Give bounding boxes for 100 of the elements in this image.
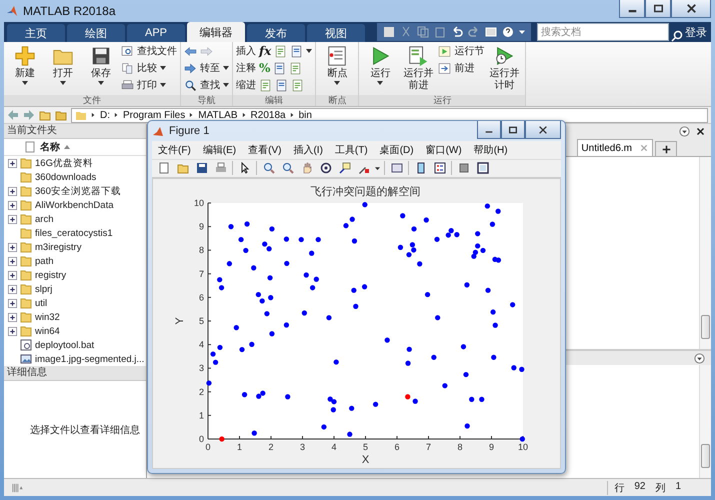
restore-button[interactable] bbox=[501, 121, 525, 139]
ribbon-button[interactable]: 注释 % bbox=[236, 61, 312, 75]
path-segment[interactable]: D: bbox=[100, 110, 110, 120]
folder-icon bbox=[20, 227, 32, 239]
back-arrow-icon bbox=[7, 109, 19, 121]
ribbon-button[interactable]: 新建 bbox=[7, 44, 43, 86]
group-label: 导航 bbox=[181, 95, 232, 106]
menu-item[interactable]: 文件(F) bbox=[158, 142, 191, 157]
minimize-button[interactable] bbox=[619, 0, 645, 18]
ribbon-button[interactable]: 运行节 bbox=[438, 44, 484, 58]
ribbon-button[interactable]: 查找 bbox=[184, 78, 229, 92]
panel-title: 当前文件夹 bbox=[4, 124, 146, 139]
close-button[interactable] bbox=[525, 121, 561, 139]
folder-icon bbox=[20, 297, 32, 309]
file-name[interactable]: files_ceratocystis1 bbox=[35, 228, 113, 238]
new-tab-button[interactable] bbox=[655, 141, 677, 156]
folder-icon bbox=[20, 171, 32, 183]
folder-icon bbox=[20, 283, 32, 295]
file-name[interactable]: 360downloads bbox=[35, 172, 96, 182]
file-name[interactable]: path bbox=[35, 256, 54, 266]
plus-icon bbox=[14, 45, 36, 67]
zoom-in-button[interactable] bbox=[261, 160, 276, 176]
menu-item[interactable]: 桌面(D) bbox=[380, 142, 414, 157]
menu-item[interactable]: 工具(T) bbox=[334, 142, 368, 157]
ribbon-tab[interactable]: 绘图 bbox=[67, 24, 125, 42]
ribbon-button[interactable]: 前进 bbox=[438, 61, 484, 75]
ribbon-button[interactable]: 打开 bbox=[45, 44, 81, 86]
data-cursor-button[interactable] bbox=[337, 160, 352, 176]
ribbon-button[interactable]: 转至 bbox=[184, 61, 229, 75]
expand-icon bbox=[8, 242, 17, 252]
file-name[interactable]: slprj bbox=[35, 284, 52, 294]
close-button[interactable] bbox=[671, 0, 711, 18]
ribbon-tab[interactable]: 视图 bbox=[307, 24, 365, 42]
path-segment[interactable]: MATLAB bbox=[198, 110, 238, 120]
path-segment[interactable]: Program Files bbox=[123, 110, 186, 120]
scrollbar[interactable] bbox=[699, 365, 711, 478]
legend-icon bbox=[434, 162, 446, 174]
tick-label: 2 bbox=[198, 386, 204, 397]
ribbon-button[interactable]: 保存 bbox=[83, 44, 119, 86]
chart-title: 飞行冲突问题的解空间 bbox=[310, 185, 420, 198]
sort-arrow-icon bbox=[64, 144, 70, 150]
restore-button[interactable] bbox=[645, 0, 671, 18]
column-header[interactable]: 名称 bbox=[40, 140, 60, 154]
file-name[interactable]: win32 bbox=[35, 312, 60, 322]
zoom-out-button[interactable] bbox=[280, 160, 295, 176]
tick-label: 7 bbox=[426, 442, 431, 452]
file-name[interactable]: util bbox=[35, 298, 48, 308]
ribbon-tab[interactable]: APP bbox=[127, 24, 185, 42]
file-name[interactable]: image1.jpg-segmented.j... bbox=[35, 354, 144, 364]
file-name[interactable]: 360安全浏览器下载 bbox=[35, 184, 121, 198]
ribbon-button[interactable]: 比较 bbox=[121, 61, 177, 75]
rotate-button[interactable] bbox=[318, 160, 333, 176]
printer-icon bbox=[214, 162, 226, 174]
path-segment[interactable]: bin bbox=[298, 110, 312, 120]
file-name[interactable]: arch bbox=[35, 214, 54, 224]
search-field[interactable]: 搜索文档 bbox=[537, 23, 669, 41]
caret-icon bbox=[519, 29, 525, 35]
ribbon-button[interactable]: 查找文件 bbox=[121, 44, 177, 58]
ribbon-tab[interactable]: 主页 bbox=[7, 24, 65, 42]
sign-in-button[interactable]: 登录 bbox=[685, 24, 707, 40]
chevron-icon bbox=[290, 112, 295, 118]
caret-icon bbox=[160, 83, 166, 87]
ribbon-button[interactable]: 运行并前进 bbox=[400, 44, 436, 92]
ribbon-button[interactable]: 断点 bbox=[319, 44, 356, 86]
ribbon-button[interactable]: 运行 bbox=[362, 44, 398, 86]
ribbon-tab[interactable]: 编辑器 bbox=[187, 22, 245, 42]
file-name[interactable]: m3iregistry bbox=[35, 242, 82, 252]
file-name[interactable]: deploytool.bat bbox=[35, 340, 94, 350]
folder-icon bbox=[20, 241, 32, 253]
document-icon bbox=[289, 62, 302, 74]
file-name[interactable]: AliWorkbenchData bbox=[35, 200, 114, 210]
editor-tab[interactable]: Untitled6.m bbox=[577, 139, 653, 156]
path-segment[interactable]: R2018a bbox=[250, 110, 286, 120]
ribbon-button[interactable]: 运行并计时 bbox=[486, 44, 522, 92]
details-message: 选择文件以查看详细信息 bbox=[30, 424, 140, 436]
ribbon-button[interactable]: 缩进 bbox=[236, 78, 312, 92]
menu-item[interactable]: 编辑(E) bbox=[202, 142, 236, 157]
folder-icon bbox=[20, 325, 32, 337]
ribbon-tab[interactable]: 发布 bbox=[247, 24, 305, 42]
expand-icon bbox=[8, 326, 17, 336]
file-name[interactable]: registry bbox=[35, 270, 66, 280]
file-name[interactable]: win64 bbox=[35, 326, 60, 336]
show-tools-button[interactable] bbox=[475, 160, 490, 176]
paste-icon bbox=[434, 26, 446, 38]
group-label: 编辑 bbox=[233, 95, 316, 106]
menu-item[interactable]: 查看(V) bbox=[248, 142, 282, 157]
file-name[interactable]: 16G优盘资料 bbox=[35, 156, 93, 170]
tick-label: 5 bbox=[363, 442, 368, 452]
folder-icon bbox=[75, 109, 87, 121]
close-icon bbox=[696, 126, 705, 136]
legend-button[interactable] bbox=[432, 160, 447, 176]
ribbon-button[interactable]: 插入 fx bbox=[236, 44, 312, 58]
path-field[interactable]: D: Program Files MATLAB R2018a bin bbox=[71, 108, 708, 122]
menu-item[interactable]: 插入(I) bbox=[293, 142, 323, 157]
ribbon-button[interactable]: 打印 bbox=[121, 78, 177, 92]
hand-icon bbox=[300, 162, 312, 174]
scrollbar[interactable] bbox=[699, 157, 711, 349]
save-button[interactable] bbox=[194, 160, 209, 176]
menu-item[interactable]: 帮助(H) bbox=[474, 142, 508, 157]
menu-item[interactable]: 窗口(W) bbox=[426, 142, 462, 157]
